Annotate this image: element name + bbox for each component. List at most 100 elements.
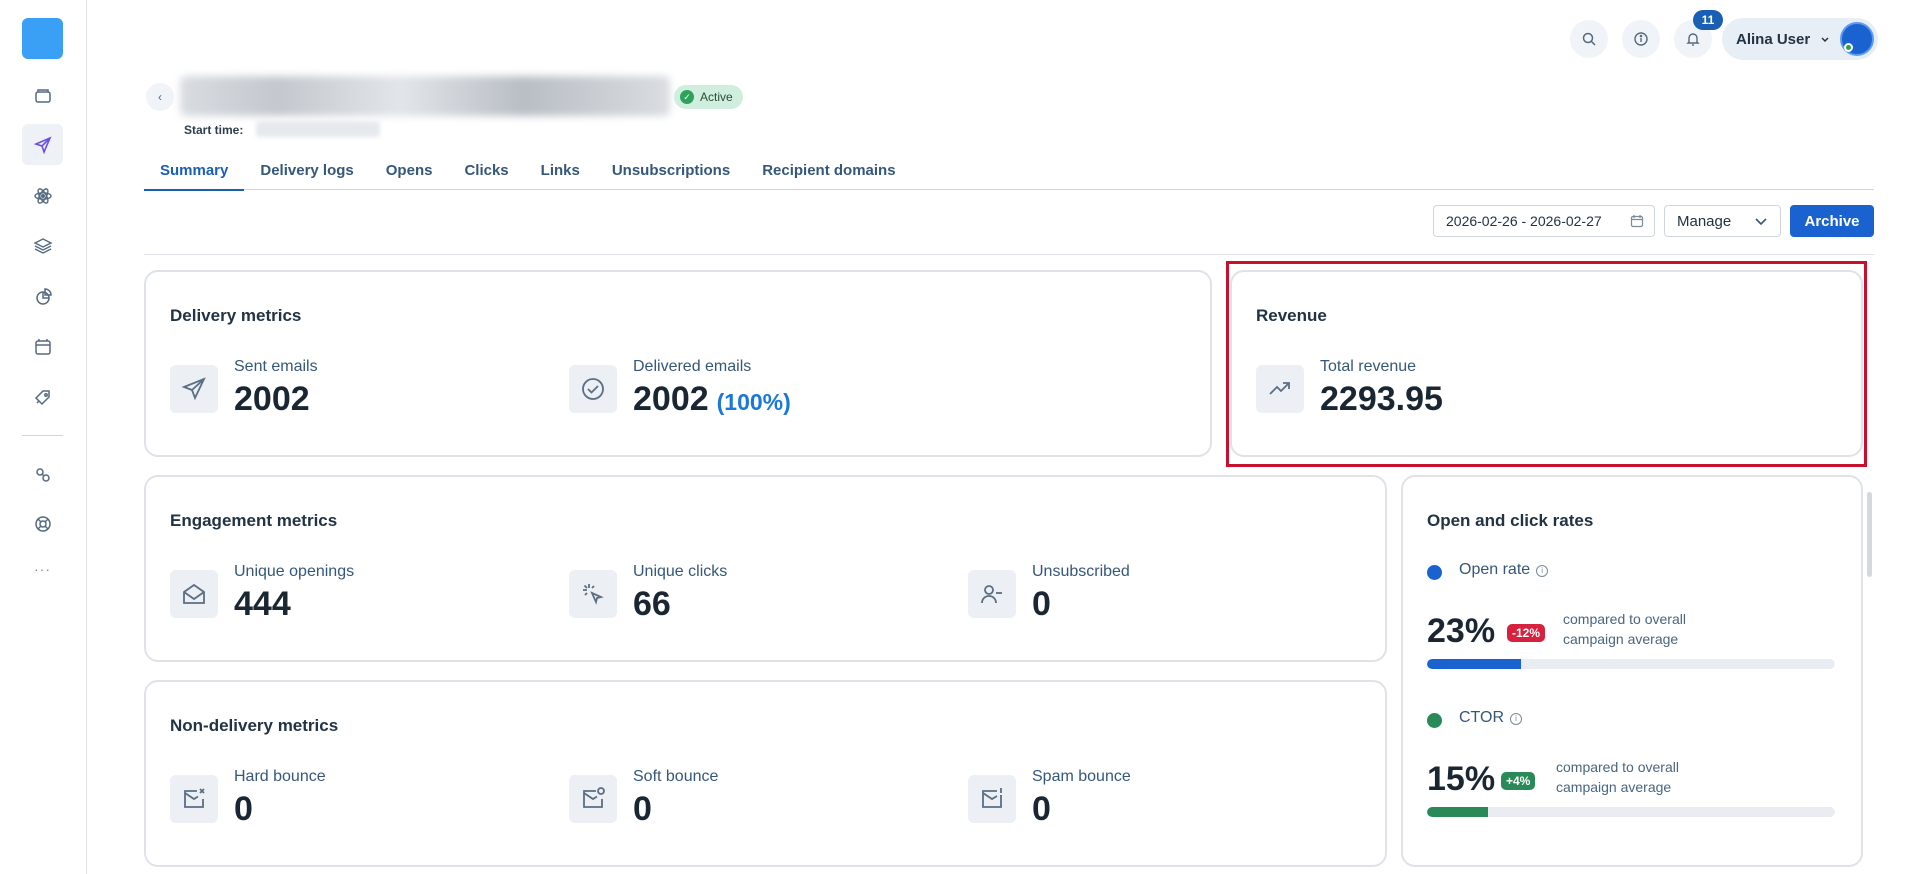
sent-emails-value: 2002 <box>234 380 310 418</box>
tab-clicks[interactable]: Clicks <box>448 150 524 190</box>
open-rate-name-row: Open rate i <box>1459 561 1549 579</box>
back-button[interactable]: ‹ <box>146 83 174 111</box>
layers-icon <box>32 237 53 254</box>
tab-links[interactable]: Links <box>525 150 596 190</box>
sidebar: ··· <box>0 0 87 874</box>
non-delivery-metrics-title: Non-delivery metrics <box>170 716 339 735</box>
manage-label: Manage <box>1677 212 1732 230</box>
spam-bounce-value: 0 <box>1032 790 1051 828</box>
manage-dropdown[interactable]: Manage <box>1664 205 1781 237</box>
tab-delivery-logs[interactable]: Delivery logs <box>244 150 369 190</box>
open-click-rates-title: Open and click rates <box>1427 511 1594 530</box>
sidebar-item-support[interactable] <box>22 503 63 544</box>
soft-bounce-label: Soft bounce <box>633 768 719 785</box>
chevron-down-icon <box>1821 37 1829 43</box>
delivered-emails-value: 2002 <box>633 380 709 418</box>
info-icon <box>1634 32 1648 46</box>
open-rate-compare-text: compared to overall campaign average <box>1563 611 1686 647</box>
search-button[interactable] <box>1570 20 1608 58</box>
envelope-alert-icon <box>968 775 1016 823</box>
ctor-legend-dot <box>1427 713 1442 728</box>
sidebar-item-integrations[interactable] <box>22 454 63 495</box>
status-badge: ✓ Active <box>674 85 743 109</box>
open-rate-delta-badge: -12% <box>1507 624 1546 642</box>
unique-clicks-value: 66 <box>633 585 671 623</box>
ctor-value: 15% <box>1427 760 1496 798</box>
info-icon[interactable]: i <box>1510 713 1523 725</box>
atom-icon <box>33 187 52 204</box>
unique-openings-label: Unique openings <box>234 563 355 580</box>
revenue-highlight-box <box>1226 261 1867 467</box>
cursor-click-icon <box>569 570 617 618</box>
paper-plane-icon <box>170 365 218 413</box>
status-label: Active <box>700 90 733 104</box>
paper-plane-icon <box>33 135 52 154</box>
tag-icon <box>34 389 50 405</box>
delivery-metrics-title: Delivery metrics <box>170 306 302 325</box>
date-range-value: 2026-02-26 - 2026-02-27 <box>1446 213 1602 229</box>
unique-clicks-label: Unique clicks <box>633 563 728 580</box>
sidebar-item-automation[interactable] <box>22 175 63 216</box>
check-icon: ✓ <box>680 90 694 104</box>
search-icon <box>1582 32 1596 46</box>
open-rate-value: 23% <box>1427 612 1496 650</box>
sidebar-more-button[interactable]: ··· <box>22 561 63 581</box>
user-name: Alina User <box>1736 30 1811 48</box>
sidebar-item-campaigns[interactable] <box>22 124 63 165</box>
open-click-rates-card: Open and click rates Open rate i 23% -12%… <box>1401 475 1863 867</box>
sidebar-item-segments[interactable] <box>22 225 63 266</box>
calendar-icon <box>1630 215 1644 228</box>
ctor-name-row: CTOR i <box>1459 709 1523 727</box>
delivered-percentage: (100%) <box>716 389 791 415</box>
open-rate-progress-fill <box>1427 659 1521 669</box>
ctor-compare-text: compared to overall campaign average <box>1556 759 1679 795</box>
scrollbar-thumb[interactable] <box>1867 492 1872 577</box>
ctor-delta-badge: +4% <box>1501 772 1536 790</box>
engagement-metrics-title: Engagement metrics <box>170 511 338 530</box>
online-status-dot <box>1844 43 1853 52</box>
hard-bounce-label: Hard bounce <box>234 768 326 785</box>
tab-recipient-domains[interactable]: Recipient domains <box>746 150 911 190</box>
delivery-metrics-card: Delivery metrics Sent emails 2002 Delive… <box>144 270 1212 457</box>
help-button[interactable] <box>1622 20 1660 58</box>
open-rate-progress-bar <box>1427 659 1835 669</box>
templates-icon <box>34 338 51 355</box>
archive-button[interactable]: Archive <box>1790 205 1874 237</box>
bell-icon <box>1686 33 1700 46</box>
start-time-redacted <box>256 121 380 137</box>
info-icon[interactable]: i <box>1536 565 1549 577</box>
tab-unsubscriptions[interactable]: Unsubscriptions <box>596 150 746 190</box>
integrations-icon <box>35 467 50 482</box>
ctor-name: CTOR <box>1459 709 1505 726</box>
avatar[interactable] <box>1840 22 1874 56</box>
chevron-down-icon <box>1755 218 1767 226</box>
hard-bounce-value: 0 <box>234 790 253 828</box>
open-rate-legend-dot <box>1427 565 1442 580</box>
sidebar-item-templates[interactable] <box>22 326 63 367</box>
unsubscribed-value: 0 <box>1032 585 1051 623</box>
check-circle-icon <box>569 365 617 413</box>
user-menu[interactable]: Alina User <box>1722 18 1878 60</box>
sidebar-item-folders[interactable] <box>22 75 63 116</box>
ctor-progress-fill <box>1427 807 1489 817</box>
app-logo[interactable] <box>22 18 63 59</box>
open-envelope-icon <box>170 570 218 618</box>
tab-bar: Summary Delivery logs Opens Clicks Links… <box>144 150 1874 191</box>
tab-summary[interactable]: Summary <box>144 150 245 191</box>
sidebar-item-reports[interactable] <box>22 276 63 317</box>
notification-count-badge: 11 <box>1693 10 1723 30</box>
sidebar-divider <box>22 435 63 436</box>
user-minus-icon <box>968 570 1016 618</box>
ctor-progress-bar <box>1427 807 1835 817</box>
sent-emails-label: Sent emails <box>234 358 318 375</box>
engagement-metrics-card: Engagement metrics Unique openings 444 U… <box>144 475 1387 662</box>
date-range-picker[interactable]: 2026-02-26 - 2026-02-27 <box>1433 205 1655 237</box>
tab-opens[interactable]: Opens <box>370 150 449 190</box>
delivered-emails-value-row: 2002 (100%) <box>633 380 791 419</box>
unique-openings-value: 444 <box>234 585 291 623</box>
envelope-x-icon <box>170 775 218 823</box>
open-rate-name: Open rate <box>1459 561 1531 578</box>
sidebar-item-tags[interactable] <box>22 377 63 418</box>
start-time-label: Start time: <box>184 123 244 137</box>
non-delivery-metrics-card: Non-delivery metrics Hard bounce 0 Soft … <box>144 680 1387 867</box>
